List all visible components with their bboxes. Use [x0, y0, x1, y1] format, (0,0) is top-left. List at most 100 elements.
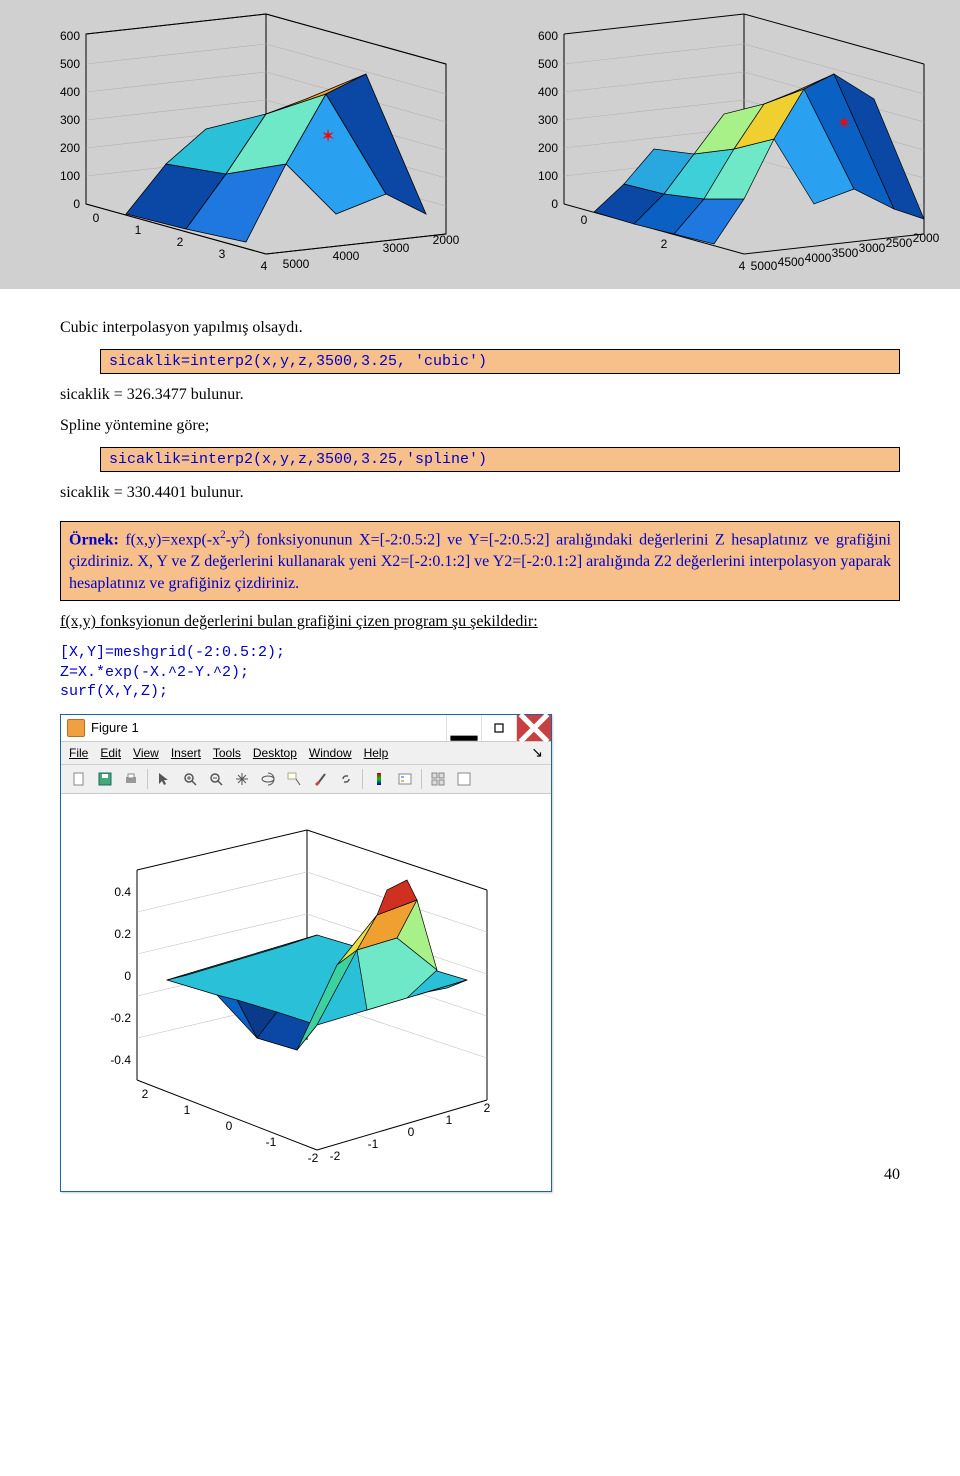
brush-icon[interactable] — [310, 769, 330, 789]
example-label: Örnek: — [69, 532, 119, 549]
menu-window[interactable]: Window — [309, 746, 352, 760]
ytick: 2500 — [886, 236, 913, 250]
chart-left: 0 100 200 300 400 500 600 0 1 2 3 4 — [4, 4, 478, 289]
close-button[interactable] — [516, 715, 551, 741]
ztick: 400 — [60, 85, 80, 99]
chart-right: 0 100 200 300 400 500 600 0 2 4 5000 450… — [482, 4, 956, 289]
ytick: 2000 — [913, 231, 940, 245]
paragraph: f(x,y) fonksyionun değerlerini bulan gra… — [60, 611, 900, 633]
ztick: 100 — [538, 169, 558, 183]
ztick: -0.2 — [110, 1011, 131, 1025]
ztick: 200 — [60, 141, 80, 155]
legend-icon[interactable] — [395, 769, 415, 789]
xtick: 2 — [484, 1101, 491, 1115]
pointer-icon[interactable] — [154, 769, 174, 789]
toolbar-separator — [362, 769, 363, 789]
underline-text: f(x,y) fonksyionun değerlerini bulan gra… — [60, 613, 538, 630]
ztick: 300 — [538, 113, 558, 127]
ytick: 5000 — [751, 259, 778, 273]
zoom-out-icon[interactable] — [206, 769, 226, 789]
code-line: sicaklik=interp2(x,y,z,3500,3.25,'spline… — [100, 447, 900, 472]
rotate3d-icon[interactable] — [258, 769, 278, 789]
ztick: -0.4 — [110, 1053, 131, 1067]
xtick: 1 — [446, 1113, 453, 1127]
window-titlebar[interactable]: Figure 1 — [61, 715, 551, 742]
ytick: 2000 — [433, 233, 460, 247]
ytick: 3000 — [383, 241, 410, 255]
maximize-button[interactable] — [481, 715, 516, 741]
code-line: Z=X.*exp(-X.^2-Y.^2); — [60, 663, 900, 683]
colorbar-icon[interactable] — [369, 769, 389, 789]
ytick: 0 — [226, 1119, 233, 1133]
axes-icon[interactable] — [454, 769, 474, 789]
menu-desktop[interactable]: Desktop — [253, 746, 297, 760]
ztick: 200 — [538, 141, 558, 155]
xtick: 2 — [661, 237, 668, 251]
ytick: 4000 — [805, 251, 832, 265]
code-line: sicaklik=interp2(x,y,z,3500,3.25, 'cubic… — [100, 349, 900, 374]
page-number: 40 — [884, 1166, 900, 1184]
ytick: 1 — [184, 1103, 191, 1117]
xtick: 1 — [135, 223, 142, 237]
ztick: 0.4 — [114, 885, 131, 899]
ztick: 300 — [60, 113, 80, 127]
paragraph: Cubic interpolasyon yapılmış olsaydı. — [60, 317, 900, 339]
matlab-icon — [67, 719, 85, 737]
print-icon[interactable] — [121, 769, 141, 789]
top-charts-row: 0 100 200 300 400 500 600 0 1 2 3 4 — [0, 0, 960, 289]
grid-icon[interactable] — [428, 769, 448, 789]
menu-insert[interactable]: Insert — [171, 746, 201, 760]
plot-area[interactable]: -0.4 -0.2 0 0.2 0.4 2 1 0 -1 -2 — [61, 794, 551, 1191]
menu-help[interactable]: Help — [364, 746, 389, 760]
pin-icon[interactable]: ↘ — [531, 744, 543, 761]
zoom-in-icon[interactable] — [180, 769, 200, 789]
ytick: 3500 — [832, 246, 859, 260]
paragraph: sicaklik = 330.4401 bulunur. — [60, 482, 900, 504]
link-icon[interactable] — [336, 769, 356, 789]
ztick: 0.2 — [114, 927, 131, 941]
toolbar — [61, 765, 551, 794]
xtick: 0 — [408, 1125, 415, 1139]
ztick: 500 — [538, 57, 558, 71]
ztick: 600 — [538, 29, 558, 43]
menu-view[interactable]: View — [133, 746, 159, 760]
ztick: 0 — [551, 197, 558, 211]
xtick: 4 — [739, 259, 746, 273]
xtick: 0 — [581, 213, 588, 227]
window-title: Figure 1 — [91, 720, 139, 735]
toolbar-separator — [421, 769, 422, 789]
minimize-button[interactable] — [446, 715, 481, 741]
menu-file[interactable]: File — [69, 746, 88, 760]
ztick: 0 — [73, 197, 80, 211]
paragraph: sicaklik = 326.3477 bulunur. — [60, 384, 900, 406]
pan-icon[interactable] — [232, 769, 252, 789]
ztick: 0 — [124, 969, 131, 983]
ytick: 2 — [142, 1087, 149, 1101]
new-icon[interactable] — [69, 769, 89, 789]
toolbar-separator — [147, 769, 148, 789]
code-block: [X,Y]=meshgrid(-2:0.5:2); Z=X.*exp(-X.^2… — [60, 643, 900, 702]
ytick: -1 — [266, 1135, 277, 1149]
ztick: 600 — [60, 29, 80, 43]
marker-star-icon: ✶ — [320, 126, 335, 146]
xtick: 2 — [177, 235, 184, 249]
code-line: [X,Y]=meshgrid(-2:0.5:2); — [60, 643, 900, 663]
menu-bar: File Edit View Insert Tools Desktop Wind… — [61, 742, 551, 765]
xtick: 4 — [261, 259, 268, 273]
marker-star-icon: ✶ — [836, 113, 851, 133]
ytick: 3000 — [859, 241, 886, 255]
example-text: -y — [226, 532, 239, 549]
data-cursor-icon[interactable] — [284, 769, 304, 789]
xtick: -2 — [330, 1149, 341, 1163]
ytick: 4500 — [778, 255, 805, 269]
ztick: 400 — [538, 85, 558, 99]
matlab-figure-window: Figure 1 File Edit View — [60, 714, 552, 1192]
menu-edit[interactable]: Edit — [100, 746, 121, 760]
ytick: 5000 — [283, 257, 310, 271]
save-icon[interactable] — [95, 769, 115, 789]
example-text: f(x,y)=xexp(-x — [119, 532, 220, 549]
ytick: -2 — [308, 1151, 319, 1165]
code-line: surf(X,Y,Z); — [60, 682, 900, 702]
menu-tools[interactable]: Tools — [213, 746, 241, 760]
paragraph: Spline yöntemine göre; — [60, 415, 900, 437]
